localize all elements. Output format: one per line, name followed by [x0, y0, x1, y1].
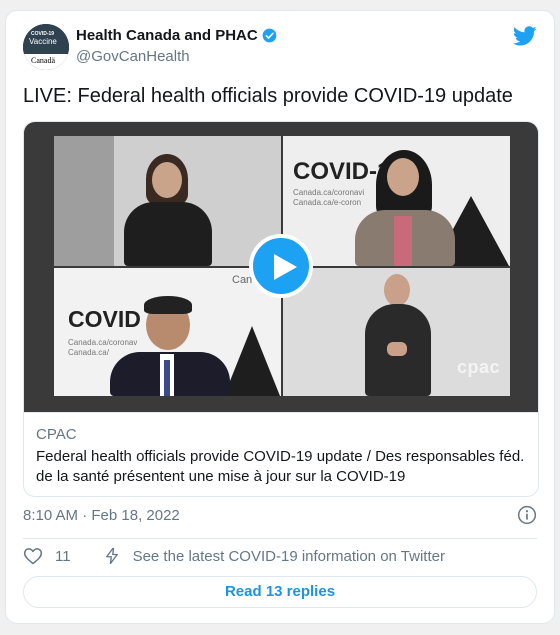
like-count[interactable]: 11 [55, 548, 71, 565]
link-title: Federal health officials provide COVID-1… [36, 448, 525, 485]
tweet-header: COVID-19 Vaccine Canadä Health Canada an… [23, 24, 537, 72]
verified-badge-icon [262, 28, 277, 43]
play-icon [274, 254, 297, 280]
author-name[interactable]: Health Canada and PHAC [76, 27, 258, 44]
video-panel-speaker-2: COVID-1 Canada.ca/coronavi Canada.ca/e-c… [283, 136, 510, 266]
video-player[interactable]: COVID-1 Canada.ca/coronavi Canada.ca/e-c… [24, 122, 538, 412]
avatar[interactable]: COVID-19 Vaccine Canadä [23, 24, 69, 70]
avatar-text: Canadä [31, 56, 55, 65]
heart-icon[interactable] [23, 546, 43, 566]
video-panel-speaker-1 [54, 136, 281, 266]
divider [23, 538, 537, 539]
cpac-watermark: cpac [456, 357, 500, 377]
play-button[interactable] [249, 234, 313, 298]
latest-info-link[interactable]: See the latest COVID-19 information on T… [133, 548, 445, 565]
read-replies-button[interactable]: Read 13 replies [23, 576, 537, 608]
tweet-text: LIVE: Federal health officials provide C… [23, 85, 513, 107]
media-card[interactable]: COVID-1 Canada.ca/coronavi Canada.ca/e-c… [23, 121, 539, 497]
tweet-card: COVID-19 Vaccine Canadä Health Canada an… [5, 10, 555, 624]
tweet-actions: 11 See the latest COVID-19 information o… [23, 546, 445, 566]
link-preview[interactable]: CPAC Federal health officials provide CO… [24, 412, 538, 496]
author-name-row[interactable]: Health Canada and PHAC [76, 27, 277, 44]
tweet-timestamp[interactable]: 8:10 AM · Feb 18, 2022 [23, 507, 180, 524]
info-icon[interactable] [517, 505, 537, 525]
twitter-bird-icon[interactable] [513, 24, 537, 48]
video-panel-interpreter: cpac [283, 268, 510, 396]
author-handle[interactable]: @GovCanHealth [76, 48, 190, 65]
video-panel-speaker-3: Can COVID Canada.ca/coronav Canada.ca/ [54, 268, 281, 396]
lightning-bolt-icon[interactable] [103, 546, 121, 566]
link-source: CPAC [36, 426, 77, 443]
avatar-text: Vaccine [29, 37, 57, 46]
